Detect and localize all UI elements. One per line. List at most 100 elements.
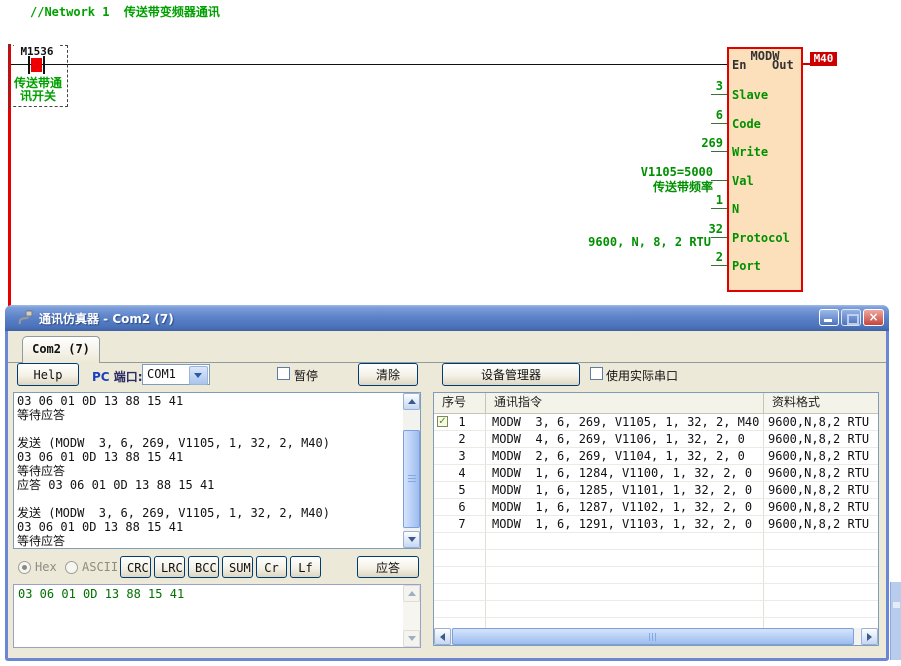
row-command (486, 550, 764, 566)
table-row[interactable] (434, 601, 878, 618)
log-scroll-thumb[interactable] (403, 430, 420, 528)
help-button[interactable]: Help (17, 363, 79, 386)
device-manager-button[interactable]: 设备管理器 (442, 363, 580, 386)
scroll-down-button[interactable] (403, 531, 420, 548)
crc-button[interactable]: CRC (120, 556, 151, 578)
row-command: MODW 1, 6, 1284, V1100, 1, 32, 2, 0 (486, 465, 764, 481)
row-command (486, 533, 764, 549)
comm-log-panel[interactable]: 03 06 01 0D 13 88 15 41等待应答 发送 (MODW 3, … (13, 392, 421, 549)
table-header: 序号 通讯指令 资料格式 (434, 393, 878, 414)
modw-pin-port (711, 265, 727, 266)
dialog-client: Com2 (7) Help PC 端口: COM1 暂停 清除 设备管理器 使用… (8, 331, 886, 658)
table-row[interactable]: 2MODW 4, 6, 269, V1106, 1, 32, 2, 09600,… (434, 431, 878, 448)
arrow-down-icon (408, 537, 416, 542)
log-line: 03 06 01 0D 13 88 15 41 (17, 520, 402, 534)
arrow-right-icon (867, 633, 872, 641)
scroll-left-button[interactable] (434, 628, 451, 645)
cr-button[interactable]: Cr (256, 556, 287, 578)
chevron-down-icon (194, 373, 202, 378)
com-port-value: COM1 (147, 367, 176, 381)
arrow-down-icon (403, 630, 420, 647)
combo-dropdown-button[interactable] (189, 366, 208, 385)
row-number: 6 (452, 499, 472, 515)
modw-pin-n (711, 208, 727, 209)
row-format (764, 550, 878, 566)
lf-button[interactable]: Lf (290, 556, 321, 578)
window-title: 通讯仿真器 - Com2 (7) (39, 310, 174, 327)
bcc-button[interactable]: BCC (188, 556, 219, 578)
pc-label: PC (92, 370, 110, 384)
comm-log-text: 03 06 01 0D 13 88 15 41等待应答 发送 (MODW 3, … (17, 394, 402, 547)
table-row[interactable]: 6MODW 1, 6, 1287, V1102, 1, 32, 2, 09600… (434, 499, 878, 516)
modw-input-value-port[interactable]: 2 (716, 250, 723, 264)
modw-input-label-n: N (732, 202, 739, 216)
table-row[interactable]: 5MODW 1, 6, 1285, V1101, 1, 32, 2, 09600… (434, 482, 878, 499)
ascii-label: ASCII (82, 560, 118, 574)
modw-input-label-protocol: Protocol (732, 231, 790, 245)
modw-input-value-n[interactable]: 1 (716, 193, 723, 207)
log-line: 发送 (MODW 3, 6, 269, V1105, 1, 32, 2, M40… (17, 436, 402, 450)
modw-input-value-code[interactable]: 6 (716, 108, 723, 122)
pause-checkbox[interactable] (277, 367, 290, 380)
log-line: 等待应答 (17, 534, 402, 547)
use-real-port-label: 使用实际串口 (606, 367, 678, 384)
modw-pin-code (711, 123, 727, 124)
row-format: 9600,N,8,2 RTU (764, 499, 878, 515)
close-button[interactable]: × (863, 309, 884, 326)
log-line (17, 492, 402, 506)
maximize-button[interactable] (841, 309, 861, 326)
table-row[interactable] (434, 533, 878, 550)
table-row[interactable]: 7MODW 1, 6, 1291, V1103, 1, 32, 2, 09600… (434, 516, 878, 533)
com-port-select[interactable]: COM1 (142, 364, 210, 385)
scroll-up-button[interactable] (403, 393, 420, 410)
row-format: 9600,N,8,2 RTU (764, 414, 878, 430)
row-format: 9600,N,8,2 RTU (764, 448, 878, 464)
tab-com2[interactable]: Com2 (7) (22, 336, 100, 363)
table-row[interactable] (434, 550, 878, 567)
log-scrollbar[interactable] (403, 393, 420, 548)
row-format: 9600,N,8,2 RTU (764, 516, 878, 532)
table-row[interactable]: 4 MODW 1, 6, 1284, V1100, 1, 32, 2, 09600… (434, 465, 878, 482)
lrc-button[interactable]: LRC (154, 556, 185, 578)
modw-input-value-val[interactable]: V1105=5000 (641, 165, 713, 179)
row-format: 9600,N,8,2 RTU (764, 465, 878, 481)
hex-input-panel[interactable]: 03 06 01 0D 13 88 15 41 (13, 584, 421, 648)
table-hscrollbar[interactable] (434, 628, 878, 645)
modw-input-label-code: Code (732, 117, 761, 131)
titlebar[interactable]: 通讯仿真器 - Com2 (7) × (5, 305, 889, 331)
log-line: 等待应答 (17, 464, 402, 478)
sum-button[interactable]: SUM (222, 556, 253, 578)
table-body: ✓1MODW 3, 6, 269, V1105, 1, 32, 2, M4096… (434, 414, 878, 629)
modw-input-value-write[interactable]: 269 (701, 136, 723, 150)
row-format: 9600,N,8,2 RTU (764, 482, 878, 498)
arrow-up-icon (403, 585, 420, 602)
row-command: MODW 1, 6, 1291, V1103, 1, 32, 2, 0 (486, 516, 764, 532)
use-real-port-checkbox[interactable] (590, 367, 603, 380)
row-format: 9600,N,8,2 RTU (764, 431, 878, 447)
table-scroll-thumb[interactable] (452, 628, 854, 645)
table-row[interactable] (434, 567, 878, 584)
minimize-button[interactable] (819, 309, 839, 326)
clear-button[interactable]: 清除 (358, 363, 418, 386)
row-command (486, 601, 764, 617)
row-number: 4 (452, 465, 472, 481)
table-row[interactable] (434, 584, 878, 601)
log-line (17, 422, 402, 436)
row-number: 2 (452, 431, 472, 447)
modw-input-value-slave[interactable]: 3 (716, 79, 723, 93)
input-scrollbar-disabled (403, 585, 420, 647)
modw-input-value-protocol[interactable]: 32 (709, 222, 723, 236)
row-format (764, 533, 878, 549)
table-row[interactable]: 3MODW 2, 6, 269, V1104, 1, 32, 2, 09600,… (434, 448, 878, 465)
scroll-right-button[interactable] (861, 628, 878, 645)
answer-button[interactable]: 应答 (357, 556, 419, 578)
ascii-radio[interactable] (65, 561, 78, 574)
modw-pin-write (711, 151, 727, 152)
pause-label: 暂停 (294, 367, 318, 384)
hex-radio[interactable] (18, 561, 31, 574)
row-checkbox-checked[interactable]: ✓ (437, 416, 448, 427)
ladder-inputs-layer: Slave3Code6Write269ValV1105=5000传送带频率N1P… (0, 0, 901, 305)
table-row[interactable]: ✓1MODW 3, 6, 269, V1105, 1, 32, 2, M4096… (434, 414, 878, 431)
log-line: 发送 (MODW 3, 6, 269, V1105, 1, 32, 2, M40… (17, 506, 402, 520)
arrow-up-icon (408, 399, 416, 404)
